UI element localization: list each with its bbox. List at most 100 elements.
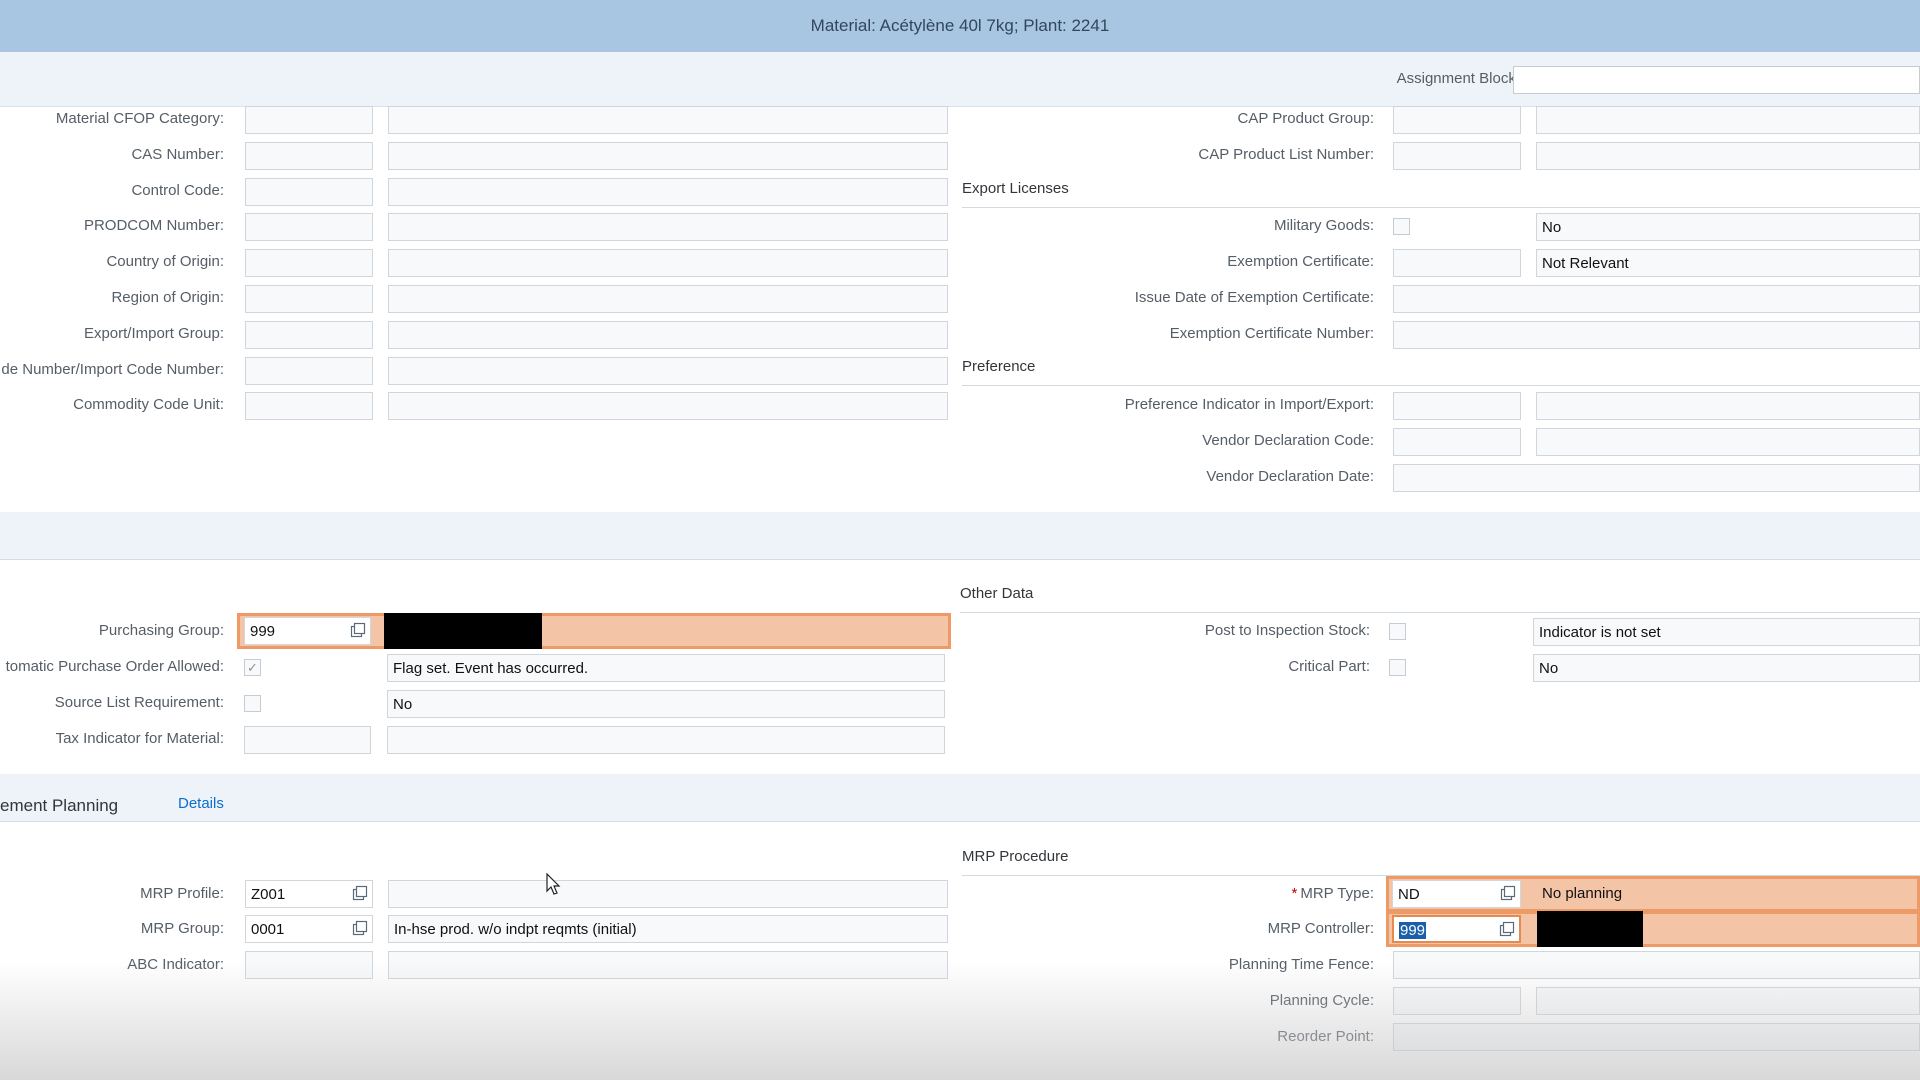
value-help-icon[interactable] [352,885,368,901]
critical-part-label: Critical Part: [1288,658,1370,675]
critical-part-desc-field: No [1533,654,1920,682]
source-list-label: Source List Requirement: [54,694,224,711]
value-help-icon[interactable] [1499,921,1515,937]
material-cfop-label: Material CFOP Category: [55,110,224,127]
cas-number-label: CAS Number: [131,146,224,163]
commodity-code-unit-code-field[interactable] [245,392,373,420]
export-import-group-code-field[interactable] [245,321,373,349]
issue-date-label: Issue Date of Exemption Certificate: [1134,289,1374,306]
tax-indicator-code-field[interactable] [244,726,371,754]
mrp-group-label: MRP Group: [140,920,224,937]
redacted-mrp-controller-desc [1537,911,1643,947]
cap-product-group-code-field[interactable] [1393,106,1521,134]
import-code-number-code-field[interactable] [245,357,373,385]
planning-cycle-label: Planning Cycle: [1269,992,1374,1009]
window-title-bar: Material: Acétylène 40l 7kg; Plant: 2241 [0,0,1920,52]
value-help-icon[interactable] [352,920,368,936]
tax-indicator-label: Tax Indicator for Material: [55,730,224,747]
export-licenses-group-title: Export Licenses [962,180,1069,197]
assignment-block-bar: Assignment Block: [0,52,1920,107]
reorder-point-label: Reorder Point: [1277,1028,1374,1045]
region-of-origin-label: Region of Origin: [111,289,224,306]
exemption-certificate-label: Exemption Certificate: [1227,253,1374,270]
redacted-purchasing-group-desc [384,613,542,649]
export-import-group-label: Export/Import Group: [83,325,224,342]
commodity-code-unit-desc-field [388,392,948,420]
planning-cycle-code-field[interactable] [1393,987,1521,1015]
cap-product-group-desc-field [1536,106,1920,134]
control-code-desc-field [388,178,948,206]
purchasing-group-field[interactable]: 999 [244,617,371,645]
certificate-number-label: Exemption Certificate Number: [1169,325,1374,342]
import-code-number-desc-field [388,357,948,385]
region-of-origin-desc-field [388,285,948,313]
mrp-group-field[interactable]: 0001 [245,915,373,943]
cas-number-desc-field [388,142,948,170]
control-code-code-field[interactable] [245,178,373,206]
planning-time-fence-field[interactable] [1393,951,1920,979]
vendor-declaration-code-label: Vendor Declaration Code: [1202,432,1374,449]
mrp-controller-label: MRP Controller: [1267,920,1374,937]
auto-po-label: tomatic Purchase Order Allowed: [5,658,224,675]
exemption-certificate-code-field[interactable] [1393,249,1521,277]
mrp-group-value: 0001 [251,921,285,938]
vendor-declaration-date-label: Vendor Declaration Date: [1206,468,1374,485]
purchasing-section-band [0,512,1920,560]
prodcom-number-label: PRODCOM Number: [83,217,224,234]
post-to-inspection-checkbox[interactable] [1389,623,1406,640]
source-list-checkbox[interactable] [244,695,261,712]
mrp-group-desc-field: In-hse prod. w/o indpt reqmts (initial) [388,915,948,943]
prodcom-number-code-field[interactable] [245,213,373,241]
export-licenses-divider [962,207,1920,208]
exemption-certificate-desc-field: Not Relevant [1536,249,1920,277]
required-marker: * [1291,885,1298,902]
vendor-declaration-code-field[interactable] [1393,428,1521,456]
country-of-origin-code-field[interactable] [245,249,373,277]
material-cfop-code-field[interactable] [245,106,373,134]
mrp-profile-value: Z001 [251,886,286,903]
purchasing-group-label: Purchasing Group: [98,622,224,639]
planning-time-fence-label: Planning Time Fence: [1228,956,1374,973]
cap-product-group-label: CAP Product Group: [1237,110,1374,127]
preference-indicator-desc-field [1536,392,1920,420]
tab-details[interactable]: Details [178,795,224,812]
other-data-divider [960,612,1920,613]
country-of-origin-label: Country of Origin: [106,253,224,270]
military-goods-desc-field: No [1536,213,1920,241]
region-of-origin-code-field[interactable] [245,285,373,313]
mrp-procedure-group-title: MRP Procedure [962,848,1069,865]
mrp-profile-field[interactable]: Z001 [245,880,373,908]
value-help-icon[interactable] [350,622,366,638]
tax-indicator-desc-field [387,726,945,754]
abc-indicator-label: ABC Indicator: [127,956,224,973]
value-help-icon[interactable] [1500,885,1516,901]
planning-cycle-desc-field [1536,987,1920,1015]
post-to-inspection-desc-field: Indicator is not set [1533,618,1920,646]
issue-date-field[interactable] [1393,285,1920,313]
vendor-declaration-date-field[interactable] [1393,464,1920,492]
mrp-controller-field[interactable]: 999 [1392,915,1521,943]
import-code-number-label: de Number/Import Code Number: [1,361,224,378]
control-code-label: Control Code: [131,182,224,199]
abc-indicator-code-field[interactable] [245,951,373,979]
cap-product-list-number-code-field[interactable] [1393,142,1521,170]
assignment-block-input[interactable] [1513,66,1920,94]
abc-indicator-desc-field [388,951,948,979]
export-import-group-desc-field [388,321,948,349]
critical-part-checkbox[interactable] [1389,659,1406,676]
certificate-number-field[interactable] [1393,321,1920,349]
tab-mrp-planning[interactable]: ement Planning [0,796,118,816]
auto-po-checkbox[interactable]: ✓ [244,659,261,676]
preference-divider [962,385,1920,386]
military-goods-checkbox[interactable] [1393,218,1410,235]
mrp-type-field[interactable]: ND [1392,880,1521,908]
preference-indicator-label: Preference Indicator in Import/Export: [1124,396,1374,413]
cas-number-code-field[interactable] [245,142,373,170]
military-goods-label: Military Goods: [1273,217,1374,234]
reorder-point-field[interactable] [1393,1023,1920,1051]
source-list-desc-field: No [387,690,945,718]
prodcom-number-desc-field [388,213,948,241]
preference-indicator-code-field[interactable] [1393,392,1521,420]
material-cfop-desc-field [388,106,948,134]
other-data-group-title: Other Data [960,585,1034,602]
